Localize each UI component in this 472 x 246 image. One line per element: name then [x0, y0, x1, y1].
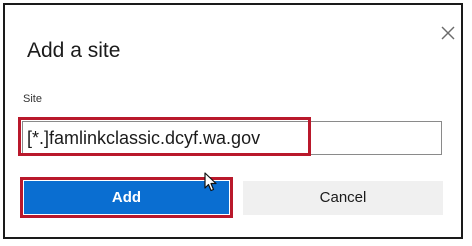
site-label: Site	[23, 93, 42, 105]
cancel-button[interactable]: Cancel	[243, 181, 443, 215]
site-input-highlight	[18, 117, 311, 156]
mouse-pointer-icon	[204, 172, 218, 192]
add-button-highlight	[20, 177, 233, 218]
dialog-title: Add a site	[27, 39, 121, 62]
close-icon[interactable]	[438, 23, 458, 43]
